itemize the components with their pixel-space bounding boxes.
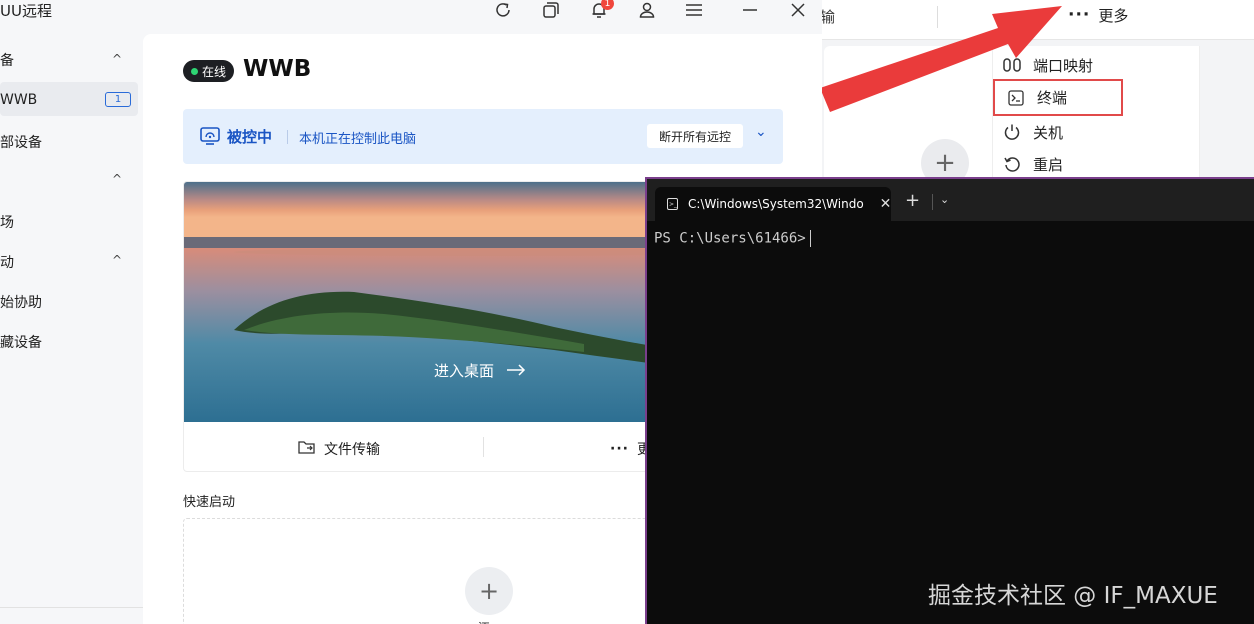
add-shortcut-button[interactable]: +: [465, 567, 513, 615]
sidebar-item-scene[interactable]: 场: [0, 212, 14, 232]
new-tab-icon[interactable]: +: [905, 190, 920, 211]
sidebar-divider: [0, 607, 143, 608]
cmd-icon: >_: [667, 198, 679, 210]
refresh-icon[interactable]: [491, 0, 515, 20]
annotation-arrow: [820, 6, 1062, 112]
chevron-up-icon[interactable]: ^: [112, 52, 122, 66]
restart-icon: [1003, 155, 1021, 173]
menu-item-label: 重启: [1033, 155, 1064, 174]
banner-divider: [287, 130, 288, 144]
multi-window-icon[interactable]: [539, 0, 563, 20]
quick-launch-label: 快速启动: [183, 495, 236, 510]
sidebar: 备 ^ WWB 1 部设备 ^ 场 动 ^ 始协助 藏设备: [0, 34, 143, 624]
chevron-down-icon[interactable]: ⌄: [755, 124, 767, 140]
terminal-prompt: PS C:\Users\61466>: [654, 230, 806, 247]
terminal-tab-title: C:\Windows\System32\Windo: [688, 197, 864, 211]
disconnect-all-button[interactable]: 断开所有远控: [647, 124, 743, 148]
sidebar-item-all-devices[interactable]: 部设备: [0, 132, 42, 152]
minimize-icon[interactable]: [738, 0, 762, 20]
file-transfer-button[interactable]: 文件传输: [298, 439, 380, 459]
sidebar-section-devices[interactable]: 备: [0, 50, 14, 70]
user-icon[interactable]: [635, 0, 659, 20]
status-badge: 在线: [183, 60, 235, 82]
menu-icon[interactable]: [682, 0, 706, 20]
folder-transfer-icon: [298, 440, 316, 459]
sidebar-section-assist[interactable]: 动: [0, 252, 14, 272]
arrow-right-icon: [506, 362, 526, 380]
controlled-title: 被控中: [227, 128, 273, 146]
enter-desktop-label: 进入桌面: [434, 362, 495, 380]
controlled-description: 本机正在控制此电脑: [299, 132, 417, 147]
sidebar-item-wwb[interactable]: WWB: [0, 92, 37, 108]
terminal-tabbar: >_ C:\Windows\System32\Windo ✕ + ⌄: [647, 179, 1254, 221]
terminal-window: >_ C:\Windows\System32\Windo ✕ + ⌄ PS C:…: [645, 177, 1254, 624]
sidebar-item-hidden-devices[interactable]: 藏设备: [0, 332, 42, 352]
close-icon[interactable]: [786, 0, 810, 20]
terminal-tab[interactable]: >_ C:\Windows\System32\Windo ✕: [655, 187, 891, 221]
device-name: WWB: [243, 56, 312, 82]
add-shortcut-label: 添: [478, 619, 490, 624]
chevron-up-icon[interactable]: ^: [112, 253, 122, 267]
menu-item-restart[interactable]: 重启: [1003, 149, 1063, 179]
watermark-text: 掘金技术社区 @ IF_MAXUE: [928, 583, 1218, 609]
bell-icon[interactable]: 1: [587, 0, 614, 20]
tabbar-divider: [932, 194, 933, 210]
power-icon: [1003, 123, 1021, 141]
notification-badge: 1: [601, 0, 614, 10]
text-cursor: [809, 230, 811, 247]
chevron-down-icon[interactable]: ⌄: [940, 193, 949, 206]
more-label: 更多: [1098, 6, 1129, 25]
terminal-output[interactable]: PS C:\Users\61466>: [654, 230, 811, 247]
online-dot-icon: [191, 67, 198, 75]
remote-control-icon: [200, 127, 220, 145]
enter-desktop-button[interactable]: 进入桌面: [434, 360, 526, 381]
more-dots-icon: ···: [610, 441, 629, 457]
controlled-banner: 被控中 本机正在控制此电脑 断开所有远控 ⌄: [183, 109, 783, 164]
close-tab-icon[interactable]: ✕: [880, 196, 892, 212]
sidebar-item-start-assist[interactable]: 始协助: [0, 292, 42, 312]
menu-item-shutdown[interactable]: 关机: [1003, 117, 1063, 147]
device-count-badge: 1: [105, 92, 131, 107]
app-title: UU远程: [0, 2, 52, 20]
actions-divider: [483, 437, 484, 457]
titlebar: UU远程 1: [0, 0, 822, 34]
chevron-up-icon[interactable]: ^: [112, 172, 122, 186]
status-text: 在线: [202, 64, 227, 79]
file-transfer-label: 文件传输: [324, 442, 380, 458]
menu-item-label: 关机: [1033, 123, 1064, 142]
